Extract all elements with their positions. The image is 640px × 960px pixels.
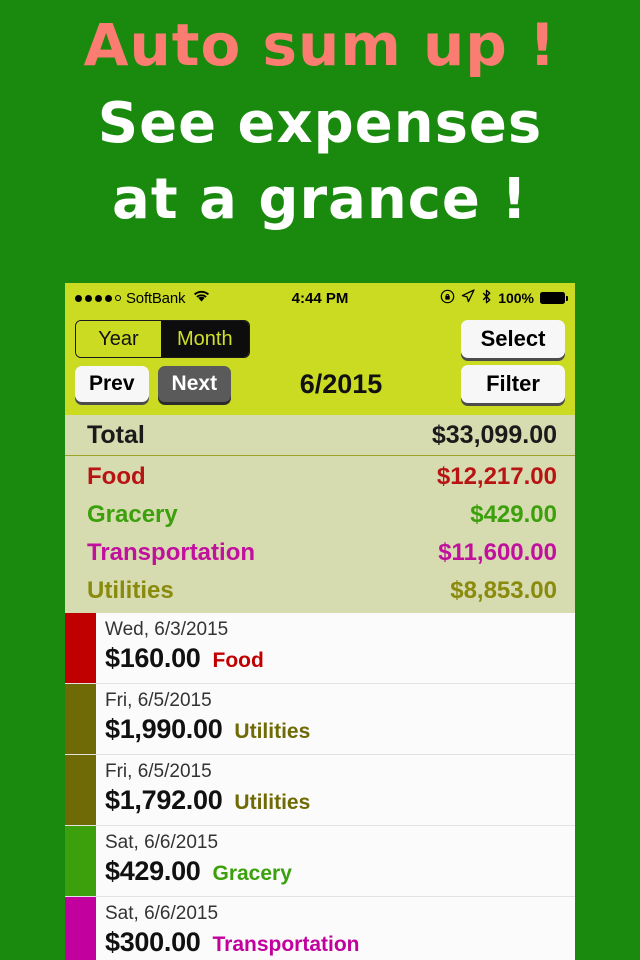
summary-category-row: Transportation $11,600.00 — [65, 534, 575, 572]
battery-full-icon — [540, 292, 568, 304]
period-title: 6/2015 — [299, 368, 383, 399]
summary-panel: Total $33,099.00 Food $12,217.00 Gracery $4… — [65, 415, 575, 613]
transaction-row[interactable]: Fri, 6/5/2015 $1,990.00 Utilities — [65, 684, 575, 755]
transaction-body: Sat, 6/6/2015 $429.00 Gracery — [96, 826, 575, 896]
status-bar: SoftBank 4:44 PM 100% — [65, 283, 575, 313]
location-arrow-icon — [461, 289, 475, 307]
summary-category-list: Food $12,217.00 Gracery $429.00 Transportati… — [65, 456, 575, 613]
transaction-category: Utilities — [234, 719, 311, 743]
category-color-bar — [65, 684, 96, 754]
select-button[interactable]: Select — [461, 320, 565, 358]
transaction-amount: $300.00 — [105, 926, 201, 957]
transaction-list: Wed, 6/3/2015 $160.00 Food Fri, 6/5/2015 $1,… — [65, 613, 575, 960]
transaction-row[interactable]: Sat, 6/6/2015 $300.00 Transportation — [65, 897, 575, 960]
summary-category-row: Gracery $429.00 — [65, 496, 575, 534]
summary-category-value: $8,853.00 — [450, 577, 557, 604]
transaction-amount: $160.00 — [105, 642, 201, 673]
toolbar: Year Month Select Prev Next 6/2015 Filte… — [65, 313, 575, 415]
transaction-amount-row: $1,990.00 Utilities — [105, 714, 575, 745]
transaction-amount-row: $1,792.00 Utilities — [105, 785, 575, 816]
transaction-date: Sat, 6/6/2015 — [105, 903, 219, 924]
transaction-row[interactable]: Fri, 6/5/2015 $1,792.00 Utilities — [65, 755, 575, 826]
phone-screen: SoftBank 4:44 PM 100% Year Month Select … — [65, 283, 575, 960]
filter-button[interactable]: Filter — [461, 365, 565, 403]
transaction-amount-row: $300.00 Transportation — [105, 927, 575, 958]
summary-category-label: Transportation — [87, 539, 256, 566]
transaction-amount: $429.00 — [105, 855, 201, 886]
transaction-body: Sat, 6/6/2015 $300.00 Transportation — [96, 897, 575, 960]
carrier-label: SoftBank — [126, 289, 186, 307]
summary-category-label: Food — [87, 463, 146, 490]
wifi-icon — [192, 289, 211, 307]
summary-category-label: Utilities — [87, 577, 174, 604]
summary-total-row: Total $33,099.00 — [65, 415, 575, 456]
transaction-body: Fri, 6/5/2015 $1,792.00 Utilities — [96, 755, 575, 825]
next-button[interactable]: Next — [157, 365, 232, 403]
toolbar-row-top: Year Month Select — [75, 317, 565, 361]
summary-category-value: $12,217.00 — [436, 463, 557, 490]
category-color-bar — [65, 826, 96, 896]
rotation-lock-icon — [440, 289, 455, 308]
transaction-amount-row: $429.00 Gracery — [105, 856, 575, 887]
summary-category-row: Utilities $8,853.00 — [65, 572, 575, 610]
promo-headline-2: See expenses — [97, 91, 543, 156]
transaction-body: Wed, 6/3/2015 $160.00 Food — [96, 613, 575, 683]
transaction-category: Food — [212, 648, 264, 672]
transaction-category: Transportation — [212, 932, 360, 956]
transaction-category: Utilities — [234, 790, 311, 814]
toolbar-row-bottom: Prev Next 6/2015 Filter — [75, 361, 565, 407]
status-bar-right: 100% — [440, 289, 568, 308]
period-mode-segmented-control[interactable]: Year Month — [75, 320, 250, 358]
category-color-bar — [65, 613, 96, 683]
category-color-bar — [65, 897, 96, 960]
segment-year[interactable]: Year — [76, 321, 161, 357]
summary-category-value: $11,600.00 — [438, 539, 557, 566]
transaction-row[interactable]: Sat, 6/6/2015 $429.00 Gracery — [65, 826, 575, 897]
transaction-date: Fri, 6/5/2015 — [105, 761, 212, 782]
signal-strength-icon — [75, 294, 121, 302]
transaction-row[interactable]: Wed, 6/3/2015 $160.00 Food — [65, 613, 575, 684]
summary-category-row: Food $12,217.00 — [65, 458, 575, 496]
promo-headline-3: at a grance ! — [112, 167, 528, 232]
transaction-amount: $1,792.00 — [105, 784, 223, 815]
prev-button[interactable]: Prev — [75, 365, 149, 403]
bluetooth-icon — [481, 289, 492, 308]
prev-next-group: Prev Next — [75, 365, 232, 403]
transaction-amount: $1,990.00 — [105, 713, 223, 744]
transaction-date: Wed, 6/3/2015 — [105, 619, 229, 640]
summary-category-value: $429.00 — [470, 501, 557, 528]
summary-total-label: Total — [87, 420, 145, 449]
transaction-date: Fri, 6/5/2015 — [105, 690, 212, 711]
category-color-bar — [65, 755, 96, 825]
transaction-category: Gracery — [212, 861, 292, 885]
transaction-body: Fri, 6/5/2015 $1,990.00 Utilities — [96, 684, 575, 754]
summary-total-value: $33,099.00 — [431, 420, 557, 449]
summary-category-label: Gracery — [87, 501, 178, 528]
status-bar-left: SoftBank — [75, 289, 211, 307]
transaction-date: Sat, 6/6/2015 — [105, 832, 219, 853]
promo-headline-1: Auto sum up ! — [83, 11, 557, 79]
segment-month[interactable]: Month — [161, 321, 249, 357]
promo-banner: Auto sum up ! See expenses at a grance ! — [0, 0, 640, 283]
transaction-amount-row: $160.00 Food — [105, 643, 575, 674]
battery-percent-label: 100% — [498, 290, 534, 306]
